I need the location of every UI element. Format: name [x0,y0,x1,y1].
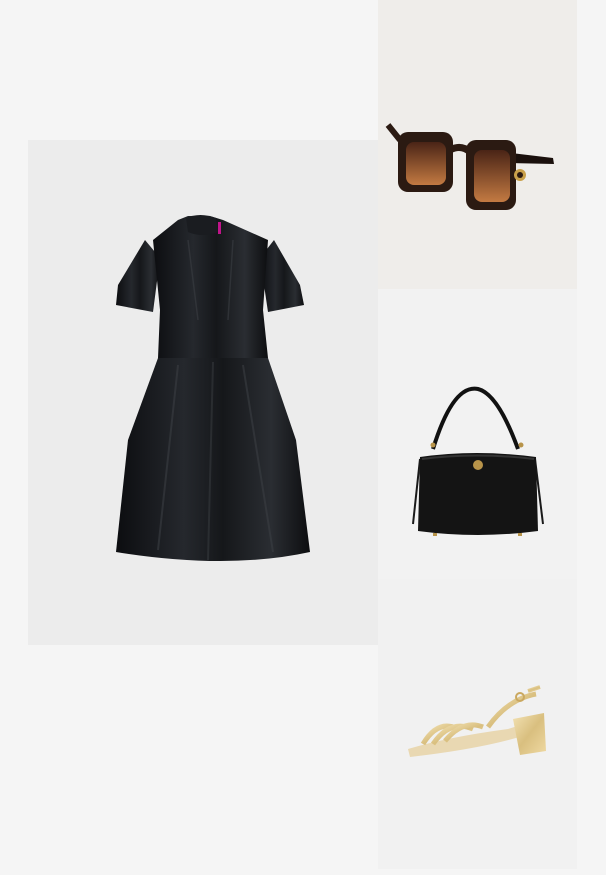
black-dress-image [116,215,310,561]
outfit-collage: { "items": [ {"name": "black-satin-dress… [0,0,606,875]
sandal-product-tile[interactable] [378,579,577,869]
sunglasses-product-tile[interactable] [378,0,577,289]
dress-product-tile[interactable] [28,140,378,645]
gold-sandal-image [408,685,546,757]
handbag-product-tile[interactable] [378,289,577,579]
handbag-image [412,386,544,536]
sunglasses-image [385,123,554,210]
